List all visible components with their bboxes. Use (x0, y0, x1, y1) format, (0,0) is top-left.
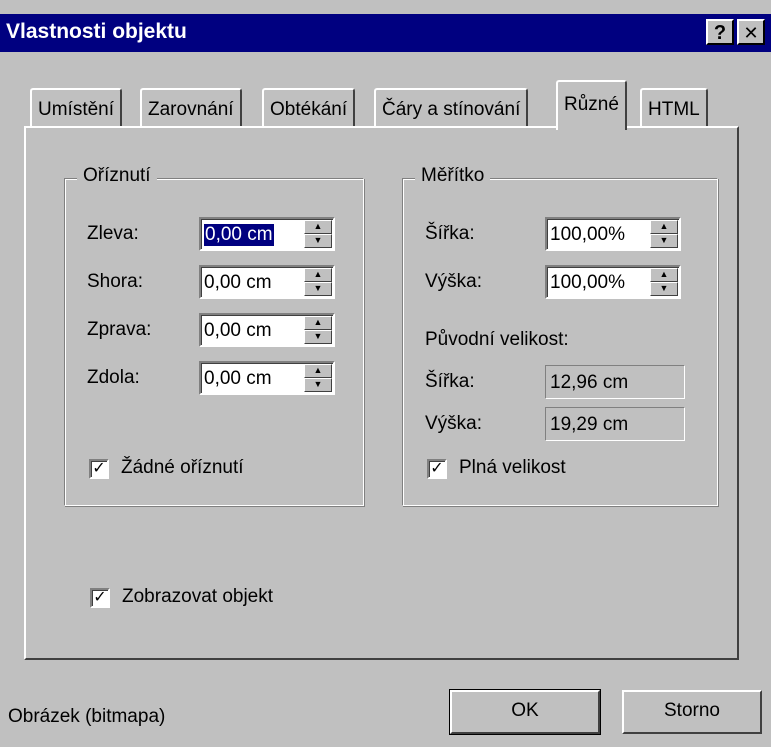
spin-up-icon[interactable]: ▲ (650, 268, 678, 282)
show-object-label[interactable]: Zobrazovat objekt (122, 586, 273, 608)
help-button[interactable]: ? (706, 19, 734, 45)
scale-height-label: Výška: (425, 271, 483, 292)
crop-bottom-value: 0,00 cm (204, 368, 272, 389)
ok-button[interactable]: OK (449, 689, 601, 735)
scale-height-field[interactable]: 100,00% ▲ ▼ (545, 265, 681, 299)
spin-up-icon[interactable]: ▲ (304, 268, 332, 282)
crop-right-field[interactable]: 0,00 cm ▲ ▼ (199, 313, 335, 347)
spin-down-icon[interactable]: ▼ (304, 282, 332, 296)
spin-up-icon[interactable]: ▲ (304, 364, 332, 378)
show-object-checkbox[interactable]: ✓ (90, 588, 110, 608)
original-width-field: 12,96 cm (545, 365, 685, 399)
crop-left-field[interactable]: 0,00 cm ▲ ▼ (199, 217, 335, 251)
original-size-label: Původní velikost: (425, 329, 569, 350)
original-height-field: 19,29 cm (545, 407, 685, 441)
full-size-checkbox[interactable]: ✓ (427, 459, 447, 479)
scale-legend: Měřítko (415, 165, 491, 187)
scale-height-value: 100,00% (550, 272, 626, 293)
crop-legend: Oříznutí (77, 165, 157, 187)
spin-down-icon[interactable]: ▼ (650, 282, 678, 296)
spin-up-icon[interactable]: ▲ (304, 316, 332, 330)
no-crop-checkbox[interactable]: ✓ (89, 459, 109, 479)
crop-top-spinner[interactable]: ▲ ▼ (304, 268, 332, 296)
spin-down-icon[interactable]: ▼ (650, 234, 678, 248)
scale-width-field[interactable]: 100,00% ▲ ▼ (545, 217, 681, 251)
crop-bottom-label: Zdola: (87, 367, 140, 388)
crop-left-label: Zleva: (87, 223, 139, 244)
crop-top-field[interactable]: 0,00 cm ▲ ▼ (199, 265, 335, 299)
title-bar[interactable]: Vlastnosti objektu ? ✕ (0, 14, 771, 52)
scale-group: Měřítko Šířka: 100,00% ▲ ▼ Výška: 100,00… (402, 165, 718, 506)
crop-top-label: Shora: (87, 271, 143, 292)
crop-bottom-field[interactable]: 0,00 cm ▲ ▼ (199, 361, 335, 395)
spin-down-icon[interactable]: ▼ (304, 330, 332, 344)
crop-left-value: 0,00 cm (204, 224, 274, 246)
tab-label: Čáry a stínování (382, 99, 521, 120)
scale-width-value: 100,00% (550, 224, 626, 245)
crop-right-spinner[interactable]: ▲ ▼ (304, 316, 332, 344)
tab-cary-a-stinovani[interactable]: Čáry a stínování (374, 88, 529, 128)
scale-width-label: Šířka: (425, 223, 475, 244)
close-button[interactable]: ✕ (737, 19, 765, 45)
tab-label: HTML (648, 99, 700, 120)
crop-top-value: 0,00 cm (204, 272, 272, 293)
original-height-value: 19,29 cm (550, 414, 629, 435)
tab-ruzne[interactable]: Různé (556, 80, 627, 130)
crop-right-value: 0,00 cm (204, 320, 272, 341)
scale-width-spinner[interactable]: ▲ ▼ (650, 220, 678, 248)
tab-html[interactable]: HTML (640, 88, 708, 128)
tab-zarovnani[interactable]: Zarovnání (140, 88, 242, 128)
tab-label: Umístění (38, 99, 115, 120)
crop-left-spinner[interactable]: ▲ ▼ (304, 220, 332, 248)
original-width-value: 12,96 cm (550, 372, 629, 393)
tab-label: Obtékání (270, 99, 348, 120)
scale-height-spinner[interactable]: ▲ ▼ (650, 268, 678, 296)
original-height-label: Výška: (425, 413, 483, 434)
tab-label: Zarovnání (148, 99, 234, 120)
original-width-label: Šířka: (425, 371, 475, 392)
spin-down-icon[interactable]: ▼ (304, 378, 332, 392)
spin-up-icon[interactable]: ▲ (650, 220, 678, 234)
full-size-label[interactable]: Plná velikost (459, 457, 566, 479)
cancel-button[interactable]: Storno (622, 690, 762, 734)
crop-group: Oříznutí Zleva: 0,00 cm ▲ ▼ Shora: 0,00 … (64, 165, 364, 506)
tab-obtekani[interactable]: Obtékání (262, 88, 356, 128)
no-crop-label[interactable]: Žádné oříznutí (121, 457, 244, 479)
tab-label: Různé (564, 94, 619, 115)
object-type-label: Obrázek (bitmapa) (8, 706, 166, 727)
spin-down-icon[interactable]: ▼ (304, 234, 332, 248)
spin-up-icon[interactable]: ▲ (304, 220, 332, 234)
tab-umisteni[interactable]: Umístění (30, 88, 123, 128)
dialog-window: Vlastnosti objektu ? ✕ Umístění Zarovnán… (0, 0, 771, 747)
tab-panel-ruzne: Oříznutí Zleva: 0,00 cm ▲ ▼ Shora: 0,00 … (24, 126, 739, 660)
crop-right-label: Zprava: (87, 319, 152, 340)
crop-bottom-spinner[interactable]: ▲ ▼ (304, 364, 332, 392)
window-title: Vlastnosti objektu (6, 20, 187, 43)
